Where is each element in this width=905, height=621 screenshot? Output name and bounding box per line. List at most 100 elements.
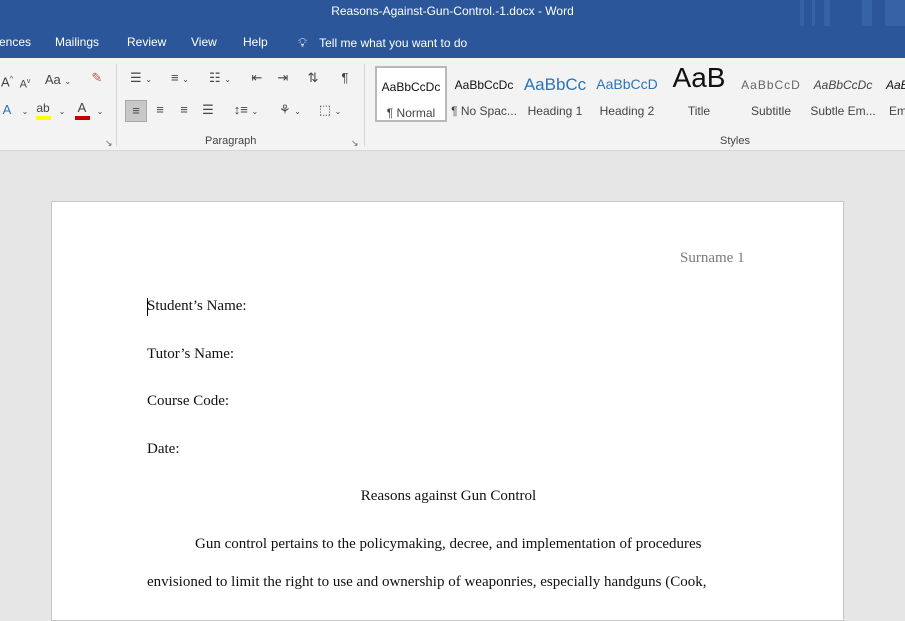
page-header: Surname 1 xyxy=(680,250,745,266)
text-effects-dropdown[interactable]: ⌄ xyxy=(20,102,30,120)
paint-bucket-icon: ⚘ xyxy=(279,102,291,117)
group-separator xyxy=(116,64,117,146)
style-name: Heading 2 xyxy=(599,104,655,118)
change-case-icon: Aa xyxy=(44,72,61,87)
increase-indent-button[interactable]: ⇥ xyxy=(274,70,292,88)
sort-button[interactable]: ⇅ xyxy=(304,70,322,88)
sort-icon: ⇅ xyxy=(307,70,319,85)
borders-button[interactable]: ⬚ ⌄ xyxy=(314,102,346,120)
justify-button[interactable]: ☰ xyxy=(198,102,218,120)
numbered-list-icon: ≡ xyxy=(171,70,179,85)
document-title: Reasons against Gun Control xyxy=(360,488,537,504)
ribbon-tab-row: ences Mailings Review View Help 💡︎ Tell … xyxy=(0,26,905,58)
decrease-indent-button[interactable]: ⇤ xyxy=(248,70,266,88)
style-title[interactable]: AaB Title xyxy=(663,66,735,122)
clear-formatting-button[interactable]: ✎ xyxy=(88,70,106,88)
student-name-line: Student’s Name: xyxy=(147,298,247,314)
style-name: Heading 1 xyxy=(527,104,583,118)
tab-review[interactable]: Review xyxy=(127,35,166,49)
font-color-swatch xyxy=(75,116,90,120)
shrink-font-button[interactable]: Av xyxy=(18,74,32,92)
tell-me-search[interactable]: 💡︎ Tell me what you want to do xyxy=(298,35,467,51)
borders-icon: ⬚ xyxy=(318,102,331,117)
body-paragraph-line: Gun control pertains to the policymaking… xyxy=(195,536,702,552)
text-effects-icon: A xyxy=(2,102,12,117)
align-center-button[interactable]: ≡ xyxy=(150,102,170,120)
style-name: ¶ No Spac... xyxy=(451,104,517,118)
line-spacing-button[interactable]: ↕≡ ⌄ xyxy=(230,102,262,120)
group-separator xyxy=(364,64,365,146)
title-decoration xyxy=(812,0,815,26)
tutor-name-line: Tutor’s Name: xyxy=(147,346,235,362)
chevron-down-icon: ⌄ xyxy=(21,107,29,116)
style-preview: AaBbCcDc xyxy=(454,78,514,92)
align-right-icon: ≡ xyxy=(180,102,188,117)
change-case-button[interactable]: Aa ⌄ xyxy=(44,72,72,90)
font-dialog-launcher[interactable]: ↘ xyxy=(105,138,113,149)
window-title: Reasons-Against-Gun-Control.-1.docx - Wo… xyxy=(331,4,574,18)
show-formatting-button[interactable]: ¶ xyxy=(336,70,354,88)
title-decoration xyxy=(862,0,872,26)
eraser-icon: ✎ xyxy=(91,70,103,85)
numbering-button[interactable]: ≡ ⌄ xyxy=(164,70,196,88)
ribbon: A^ Av Aa ⌄ ✎ A ⌄ ab ⌄ A ⌄ ↘ ☰ ⌄ ≡ ⌄ ☷ ⌄ … xyxy=(0,58,905,151)
decrease-indent-icon: ⇤ xyxy=(251,70,263,85)
tab-view[interactable]: View xyxy=(191,35,217,49)
tell-me-label: Tell me what you want to do xyxy=(319,36,468,50)
course-code-line: Course Code: xyxy=(147,393,230,409)
line-spacing-icon: ↕≡ xyxy=(233,102,248,117)
bullet-list-icon: ☰ xyxy=(130,70,142,85)
shading-button[interactable]: ⚘ ⌄ xyxy=(275,102,305,120)
style-normal[interactable]: AaBbCcDc ¶ Normal xyxy=(375,66,447,122)
title-decoration xyxy=(800,0,804,26)
highlight-color-swatch xyxy=(36,116,51,120)
pilcrow-icon: ¶ xyxy=(341,70,349,85)
style-heading-1[interactable]: AaBbCc Heading 1 xyxy=(519,66,591,122)
justify-icon: ☰ xyxy=(202,102,214,117)
paragraph-dialog-launcher[interactable]: ↘ xyxy=(351,138,359,149)
align-right-button[interactable]: ≡ xyxy=(174,102,194,120)
style-subtle-emphasis[interactable]: AaBbCcDc Subtle Em... xyxy=(807,66,879,122)
text-effects-button[interactable]: A xyxy=(0,102,14,120)
highlight-dropdown[interactable]: ⌄ xyxy=(58,102,66,120)
body-paragraph-line: envisioned to limit the right to use and… xyxy=(147,574,707,590)
highlight-button[interactable]: ab xyxy=(34,100,52,120)
style-preview: AaBbCcDc xyxy=(381,80,441,94)
tab-mailings[interactable]: Mailings xyxy=(55,35,99,49)
font-color-button[interactable]: A xyxy=(74,100,90,120)
align-left-button[interactable]: ≡ xyxy=(125,100,147,122)
bullets-button[interactable]: ☰ ⌄ xyxy=(126,70,156,88)
multilevel-list-button[interactable]: ☷ ⌄ xyxy=(204,70,236,88)
tab-references[interactable]: ences xyxy=(0,35,31,49)
title-decoration xyxy=(885,0,905,26)
style-preview: AaBbCcD xyxy=(596,76,658,92)
style-heading-2[interactable]: AaBbCcD Heading 2 xyxy=(591,66,663,122)
title-decoration xyxy=(824,0,830,26)
style-name: ¶ Normal xyxy=(386,106,436,120)
title-bar: Reasons-Against-Gun-Control.-1.docx - Wo… xyxy=(0,0,905,26)
tab-help[interactable]: Help xyxy=(243,35,268,49)
style-name: Subtle Em... xyxy=(810,104,876,118)
multilevel-list-icon: ☷ xyxy=(209,70,221,85)
document-canvas: Surname 1 Student’s Name: Tutor’s Name: … xyxy=(0,151,905,621)
style-preview: AaB xyxy=(672,66,726,93)
font-color-dropdown[interactable]: ⌄ xyxy=(96,102,104,120)
chevron-down-icon: ⌄ xyxy=(96,107,104,116)
style-no-spacing[interactable]: AaBbCcDc ¶ No Spac... xyxy=(448,66,520,122)
style-emphasis[interactable]: AaBl Em xyxy=(880,66,905,122)
lightbulb-icon: 💡︎ xyxy=(298,35,308,50)
style-preview: AaBl xyxy=(886,78,905,92)
document-page[interactable]: Surname 1 Student’s Name: Tutor’s Name: … xyxy=(51,201,844,621)
paragraph-group-label: Paragraph xyxy=(205,135,257,147)
align-center-icon: ≡ xyxy=(156,102,164,117)
grow-font-icon: A xyxy=(1,74,10,90)
highlighter-icon: ab xyxy=(36,101,50,115)
style-subtitle[interactable]: AaBbCcD Subtitle xyxy=(735,66,807,122)
grow-font-button[interactable]: A^ xyxy=(0,72,14,90)
styles-group-label: Styles xyxy=(720,135,750,147)
align-left-icon: ≡ xyxy=(132,103,140,118)
date-line: Date: xyxy=(147,441,180,457)
style-name: Em xyxy=(889,104,905,118)
increase-indent-icon: ⇥ xyxy=(277,70,289,85)
font-color-icon: A xyxy=(77,100,87,115)
